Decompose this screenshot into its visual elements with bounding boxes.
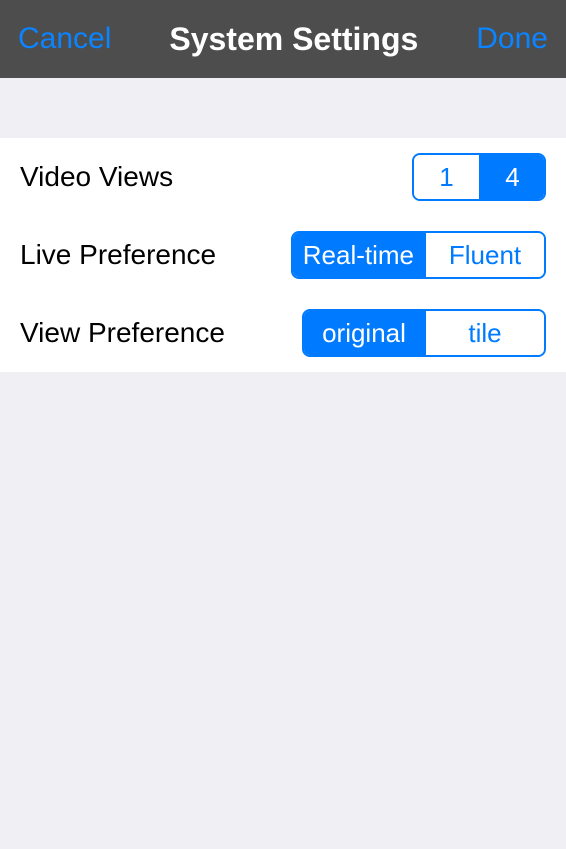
settings-group: Video Views 1 4 Live Preference Real-tim…: [0, 138, 566, 372]
live-preference-option-realtime[interactable]: Real-time: [293, 233, 424, 277]
video-views-option-1[interactable]: 1: [414, 155, 479, 199]
live-preference-row: Live Preference Real-time Fluent: [20, 216, 546, 294]
video-views-label: Video Views: [20, 161, 173, 193]
view-preference-option-tile[interactable]: tile: [424, 311, 544, 355]
video-views-row: Video Views 1 4: [20, 138, 546, 216]
done-button[interactable]: Done: [476, 22, 548, 56]
view-preference-option-original[interactable]: original: [304, 311, 424, 355]
navbar: Cancel System Settings Done: [0, 0, 566, 78]
live-preference-segmented: Real-time Fluent: [291, 231, 546, 279]
page-title: System Settings: [169, 21, 418, 58]
view-preference-label: View Preference: [20, 317, 225, 349]
live-preference-label: Live Preference: [20, 239, 216, 271]
video-views-option-4[interactable]: 4: [479, 155, 544, 199]
video-views-segmented: 1 4: [412, 153, 546, 201]
view-preference-segmented: original tile: [302, 309, 546, 357]
cancel-button[interactable]: Cancel: [18, 22, 111, 56]
live-preference-option-fluent[interactable]: Fluent: [424, 233, 544, 277]
view-preference-row: View Preference original tile: [20, 294, 546, 372]
